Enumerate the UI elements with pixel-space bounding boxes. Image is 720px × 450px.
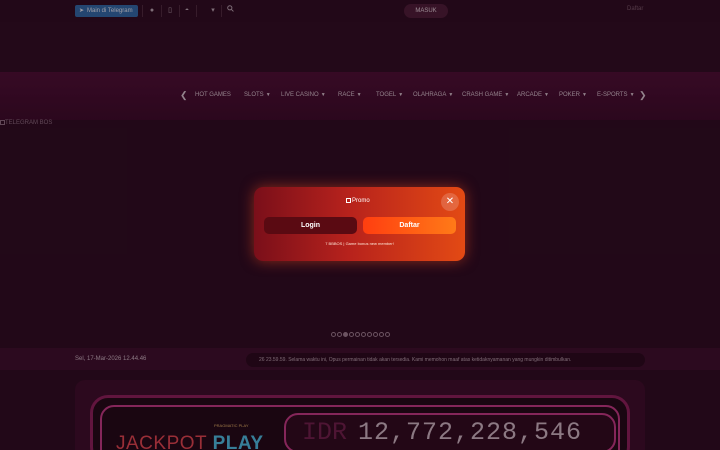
close-icon[interactable]: ✕	[441, 193, 459, 211]
broken-image-icon	[346, 198, 351, 203]
modal-login-button[interactable]: Login	[264, 217, 357, 234]
modal-note: 7 BBBOS | Game bonus new member!	[325, 241, 394, 246]
modal-register-button[interactable]: Daftar	[363, 217, 456, 234]
promo-image-alt: Promo	[352, 198, 370, 205]
promo-image: Promo	[346, 198, 370, 204]
